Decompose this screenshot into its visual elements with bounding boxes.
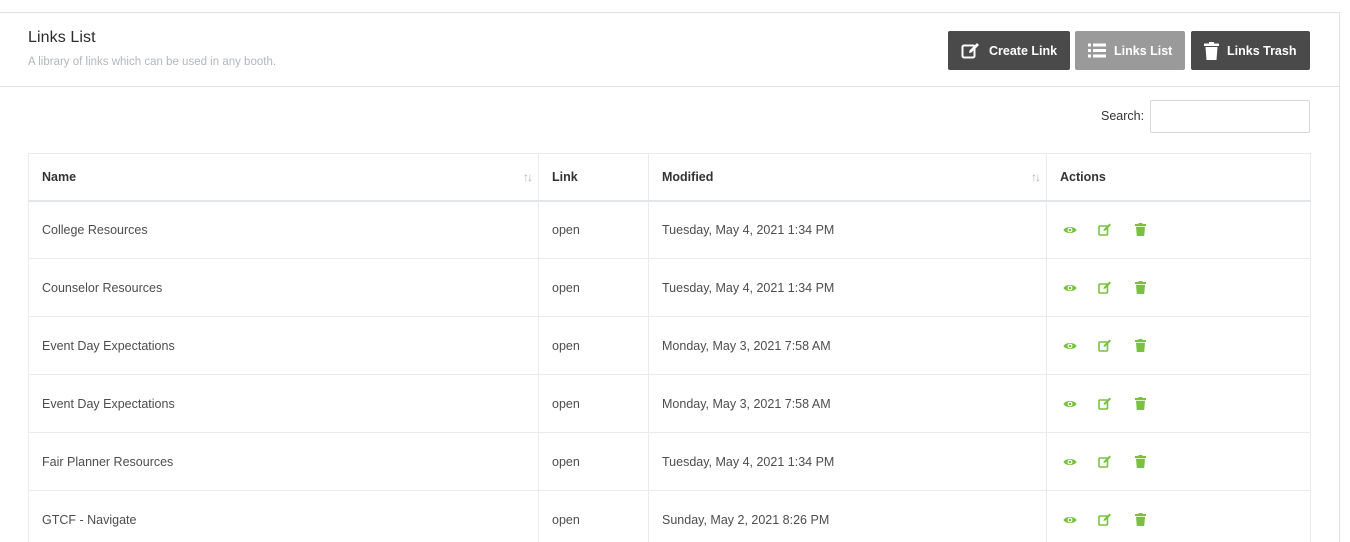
row-actions [1046, 490, 1311, 542]
row-modified: Monday, May 3, 2021 7:58 AM [648, 374, 1047, 433]
row-modified: Tuesday, May 4, 2021 1:34 PM [648, 258, 1047, 317]
sort-icon: ↑↓ [523, 169, 533, 184]
row-modified: Tuesday, May 4, 2021 1:34 PM [648, 432, 1047, 491]
trash-icon[interactable] [1133, 397, 1147, 411]
eye-icon[interactable] [1063, 513, 1077, 527]
row-link[interactable]: open [538, 200, 649, 259]
eye-icon[interactable] [1063, 281, 1077, 295]
eye-icon[interactable] [1063, 455, 1077, 469]
table-body: College Resources open Tuesday, May 4, 2… [28, 200, 1311, 542]
column-header-name[interactable]: Name ↑↓ [28, 153, 539, 202]
row-modified: Sunday, May 2, 2021 8:26 PM [648, 490, 1047, 542]
create-link-label: Create Link [989, 43, 1058, 58]
row-name: Event Day Expectations [28, 374, 539, 433]
links-trash-button[interactable]: Links Trash [1191, 31, 1310, 70]
trash-icon[interactable] [1133, 223, 1147, 237]
edit-icon[interactable] [1098, 339, 1112, 353]
row-name: Fair Planner Resources [28, 432, 539, 491]
trash-icon[interactable] [1133, 281, 1147, 295]
edit-icon[interactable] [1098, 223, 1112, 237]
edit-icon[interactable] [1098, 281, 1112, 295]
table-row: GTCF - Navigate open Sunday, May 2, 2021… [28, 490, 1311, 542]
links-list-button[interactable]: Links List [1075, 31, 1185, 70]
row-actions [1046, 200, 1311, 259]
table-row: Event Day Expectations open Monday, May … [28, 374, 1311, 433]
row-name: Event Day Expectations [28, 316, 539, 375]
row-actions [1046, 316, 1311, 375]
row-name: GTCF - Navigate [28, 490, 539, 542]
edit-icon[interactable] [1098, 455, 1112, 469]
column-header-link: Link [538, 153, 649, 202]
list-icon [1088, 43, 1106, 58]
sort-icon: ↑↓ [1031, 169, 1041, 184]
trash-icon[interactable] [1133, 455, 1147, 469]
row-link[interactable]: open [538, 316, 649, 375]
table-row: Fair Planner Resources open Tuesday, May… [28, 432, 1311, 491]
card-header: Links List A library of links which can … [0, 13, 1339, 87]
eye-icon[interactable] [1063, 223, 1077, 237]
column-header-modified[interactable]: Modified ↑↓ [648, 153, 1047, 202]
create-link-button[interactable]: Create Link [948, 31, 1070, 70]
row-actions [1046, 374, 1311, 433]
edit-icon[interactable] [1098, 397, 1112, 411]
trash-icon[interactable] [1133, 513, 1147, 527]
links-list-label: Links List [1114, 43, 1173, 58]
page-subtitle: A library of links which can be used in … [28, 56, 277, 68]
links-trash-label: Links Trash [1227, 43, 1297, 58]
edit-icon [961, 42, 979, 58]
row-modified: Monday, May 3, 2021 7:58 AM [648, 316, 1047, 375]
column-header-actions: Actions [1046, 153, 1311, 202]
trash-icon[interactable] [1133, 339, 1147, 353]
edit-icon[interactable] [1098, 513, 1112, 527]
links-table: Name ↑↓ Link Modified ↑↓ Actions College… [28, 153, 1311, 542]
row-name: College Resources [28, 200, 539, 259]
trash-icon [1204, 41, 1219, 60]
eye-icon[interactable] [1063, 339, 1077, 353]
row-link[interactable]: open [538, 490, 649, 542]
search-input[interactable] [1150, 100, 1310, 133]
row-modified: Tuesday, May 4, 2021 1:34 PM [648, 200, 1047, 259]
row-name: Counselor Resources [28, 258, 539, 317]
row-actions [1046, 258, 1311, 317]
table-row: College Resources open Tuesday, May 4, 2… [28, 200, 1311, 259]
search-label: Search: [1101, 109, 1145, 123]
row-link[interactable]: open [538, 374, 649, 433]
page-title: Links List [28, 29, 96, 46]
row-link[interactable]: open [538, 432, 649, 491]
row-actions [1046, 432, 1311, 491]
row-link[interactable]: open [538, 258, 649, 317]
table-row: Counselor Resources open Tuesday, May 4,… [28, 258, 1311, 317]
eye-icon[interactable] [1063, 397, 1077, 411]
table-header-row: Name ↑↓ Link Modified ↑↓ Actions [28, 153, 1311, 202]
table-row: Event Day Expectations open Monday, May … [28, 316, 1311, 375]
